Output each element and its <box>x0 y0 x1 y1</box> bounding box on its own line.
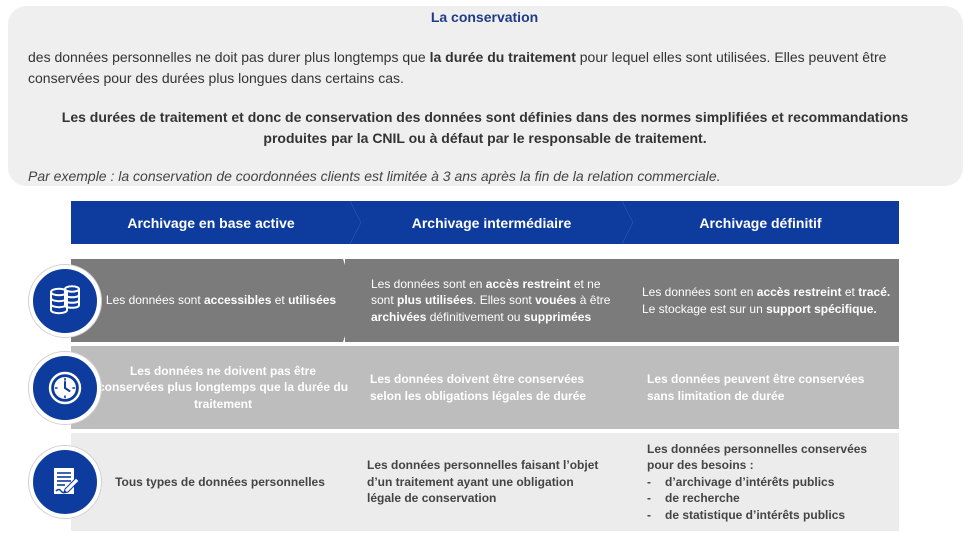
row3-cell-definitive: Les données personnelles conservées pour… <box>612 433 899 531</box>
archive-phase-header: Archivage en base active Archivage inter… <box>0 201 969 244</box>
clock-icon <box>29 352 101 424</box>
document-sign-icon <box>29 446 101 518</box>
info-para1-text: des données personnelles ne doit pas dur… <box>28 49 430 65</box>
row2-cell-intermediate: Les données doivent être conservées selo… <box>343 346 629 429</box>
row1-intermediate-text: Les données sont en accès restreint et n… <box>371 276 611 324</box>
info-paragraph-2: Les durées de traitement et donc de cons… <box>61 109 909 146</box>
row2-cell-definitive: Les données peuvent être conservées sans… <box>612 346 899 429</box>
info-title: La conservation <box>430 9 539 25</box>
row3-cell-active: Tous types de données personnelles <box>71 433 361 531</box>
row1-cell-intermediate: Les données sont en accès restreint et n… <box>343 259 629 342</box>
info-para1-bold: la durée du traitement <box>429 49 576 65</box>
row3-list-item: - de statistique d’intérêts publics <box>647 507 846 522</box>
row3-definitive-text: Les données personnelles conservées pour… <box>647 441 893 524</box>
row2-cell-active: Les données ne doivent pas être conservé… <box>71 346 361 429</box>
document-sign-icon-glyph <box>54 468 80 494</box>
header-definitive-archive: Archivage définitif <box>622 201 899 244</box>
row2-active-text: Les données ne doivent pas être conservé… <box>97 363 349 411</box>
row2-intermediate-text: Les données doivent être conservées selo… <box>370 372 587 403</box>
row1-cell-definitive: Les données sont en accès restreint et t… <box>612 259 899 342</box>
row2-definitive-text: Les données peuvent être conservées sans… <box>647 372 865 403</box>
row3-intermediate-text: Les données personnelles faisant l’objet… <box>367 458 599 506</box>
row-accessibility: Les données sont accessibles et utilisée… <box>0 259 969 342</box>
row-duration: Les données ne doivent pas être conservé… <box>0 346 969 429</box>
header-intermediate-archive: Archivage intermédiaire <box>350 201 633 244</box>
row1-cell-active: Les données sont accessibles et utilisée… <box>71 259 361 342</box>
clock-icon-glyph <box>48 371 82 405</box>
row3-list-item: - de recherche <box>647 491 740 506</box>
header-active-label: Archivage en base active <box>127 214 295 231</box>
conservation-info-box <box>8 6 963 186</box>
row3-active-text: Tous types de données personnelles <box>115 474 325 489</box>
header-intermediate-label: Archivage intermédiaire <box>411 214 572 231</box>
row3-list-item: - d’archivage d’intérêts publics <box>647 474 835 489</box>
row3-definitive-intro: Les données personnelles conservées pour… <box>647 441 868 473</box>
header-active-archive: Archivage en base active <box>71 201 361 244</box>
database-icon <box>29 265 101 337</box>
row1-active-text: Les données sont accessibles et utilisée… <box>105 293 337 308</box>
info-paragraph-3: Par exemple : la conservation de coordon… <box>28 168 721 184</box>
info-paragraph-1: des données personnelles ne doit pas dur… <box>28 47 953 89</box>
row-data-types: Tous types de données personnelles Les d… <box>0 433 969 531</box>
header-definitive-label: Archivage définitif <box>699 214 822 231</box>
row1-definitive-text: Les données sont en accès restreint et t… <box>642 285 891 316</box>
row3-cell-intermediate: Les données personnelles faisant l’objet… <box>343 433 629 531</box>
database-icon-glyph <box>50 285 80 315</box>
